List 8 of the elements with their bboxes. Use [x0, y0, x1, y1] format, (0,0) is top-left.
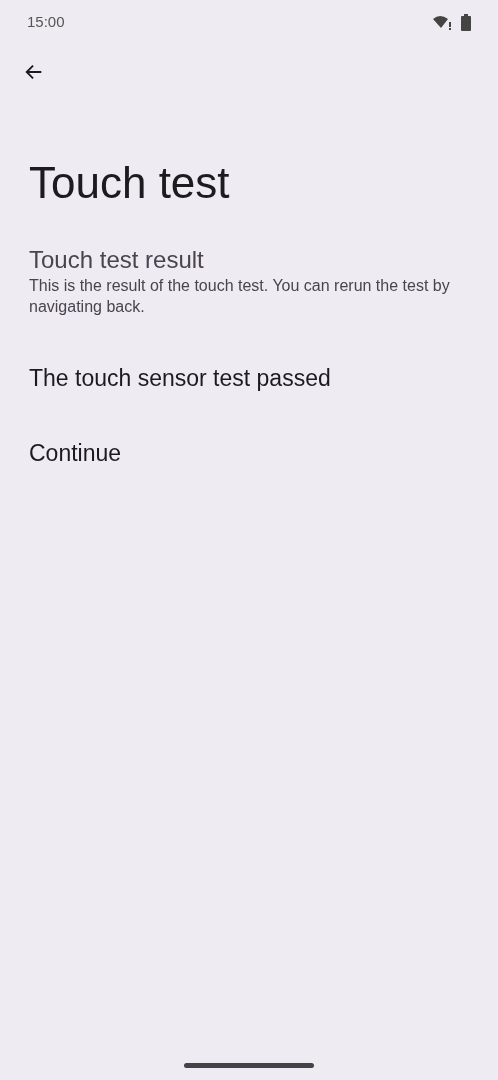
- wifi-alert-icon: [432, 14, 452, 31]
- battery-icon: [461, 14, 471, 31]
- status-time: 15:00: [27, 12, 65, 33]
- section-title: Touch test result: [29, 245, 205, 275]
- section-description: This is the result of the touch test. You can rerun the test by navigating back.: [29, 276, 451, 317]
- page-title: Touch test: [29, 157, 231, 209]
- continue-button[interactable]: Continue: [29, 435, 122, 470]
- result-text: The touch sensor test passed: [29, 364, 332, 393]
